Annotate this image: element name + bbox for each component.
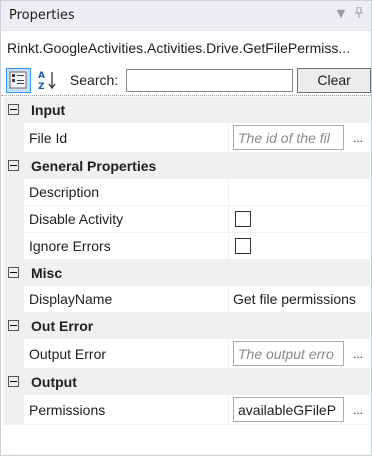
dropdown-arrow-icon[interactable]: ▼: [335, 7, 347, 21]
properties-panel: Properties ▼ Rinkt.GoogleActivities.Acti…: [0, 0, 372, 456]
category-out-error[interactable]: Out Error: [4, 313, 370, 339]
clear-button[interactable]: Clear: [297, 67, 371, 93]
property-value: availableGFileP ...: [229, 395, 370, 425]
categorized-view-icon: [9, 71, 27, 89]
property-row-ignore-errors: Ignore Errors: [4, 233, 370, 260]
property-row-description: Description: [4, 179, 370, 206]
row-gutter: [4, 395, 24, 425]
category-label: Out Error: [31, 317, 94, 334]
description-value[interactable]: [229, 179, 370, 206]
row-gutter: [4, 179, 24, 206]
output-error-input[interactable]: The output erro: [233, 341, 344, 366]
property-name: DisplayName: [24, 286, 229, 313]
category-label: Output: [31, 373, 77, 390]
property-name: File Id: [24, 123, 229, 153]
search-label: Search:: [69, 72, 119, 88]
property-row-display-name: DisplayName Get file permissions: [4, 286, 370, 313]
alphabetical-sort-icon: A Z: [38, 71, 56, 91]
row-gutter: [4, 286, 24, 313]
property-value: [229, 233, 370, 260]
category-misc[interactable]: Misc: [4, 260, 370, 286]
property-toolbar: A Z Search: Clear: [1, 65, 371, 96]
pin-icon[interactable]: [353, 6, 365, 21]
property-name: Disable Activity: [24, 206, 229, 233]
panel-title: Properties: [9, 8, 75, 23]
property-row-output-error: Output Error The output erro ...: [4, 339, 370, 369]
property-name: Description: [24, 179, 229, 206]
category-label: Misc: [31, 264, 63, 281]
property-name: Output Error: [24, 339, 229, 369]
property-row-disable-activity: Disable Activity: [4, 206, 370, 233]
panel-controls: ▼: [335, 6, 365, 21]
panel-titlebar: Properties ▼: [1, 1, 371, 31]
row-gutter: [4, 123, 24, 153]
display-name-value[interactable]: Get file permissions: [229, 286, 370, 313]
collapse-icon[interactable]: [8, 104, 19, 115]
activity-type-name: Rinkt.GoogleActivities.Activities.Drive.…: [7, 40, 351, 56]
property-grid: Input File Id The id of the fil ... Gene…: [4, 97, 370, 425]
row-gutter: [4, 206, 24, 233]
property-name: Permissions: [24, 395, 229, 425]
category-general-properties[interactable]: General Properties: [4, 153, 370, 179]
category-input[interactable]: Input: [4, 97, 370, 123]
permissions-input[interactable]: availableGFileP: [233, 397, 344, 422]
output-error-ellipsis-button[interactable]: ...: [348, 341, 368, 366]
property-name: Ignore Errors: [24, 233, 229, 260]
file-id-input[interactable]: The id of the fil: [233, 125, 344, 150]
category-label: Input: [31, 101, 66, 118]
pin-icon-graphic: [355, 6, 363, 18]
svg-text:A: A: [38, 71, 45, 81]
row-gutter: [4, 233, 24, 260]
property-row-file-id: File Id The id of the fil ...: [4, 123, 370, 153]
collapse-icon[interactable]: [8, 160, 19, 171]
disable-activity-checkbox[interactable]: [235, 211, 251, 227]
categorized-view-button[interactable]: [6, 67, 31, 93]
collapse-icon[interactable]: [8, 320, 19, 331]
property-value: The output erro ...: [229, 339, 370, 369]
alphabetical-sort-button[interactable]: A Z: [35, 68, 60, 93]
property-value: The id of the fil ...: [229, 123, 370, 153]
search-input[interactable]: [126, 68, 294, 92]
category-output[interactable]: Output: [4, 369, 370, 395]
collapse-icon[interactable]: [8, 376, 19, 387]
ignore-errors-checkbox[interactable]: [235, 238, 251, 254]
svg-text:Z: Z: [38, 82, 45, 91]
permissions-ellipsis-button[interactable]: ...: [348, 397, 368, 422]
property-value: [229, 206, 370, 233]
file-id-ellipsis-button[interactable]: ...: [348, 125, 368, 150]
row-gutter: [4, 339, 24, 369]
category-label: General Properties: [31, 157, 157, 174]
property-row-permissions: Permissions availableGFileP ...: [4, 395, 370, 425]
collapse-icon[interactable]: [8, 267, 19, 278]
